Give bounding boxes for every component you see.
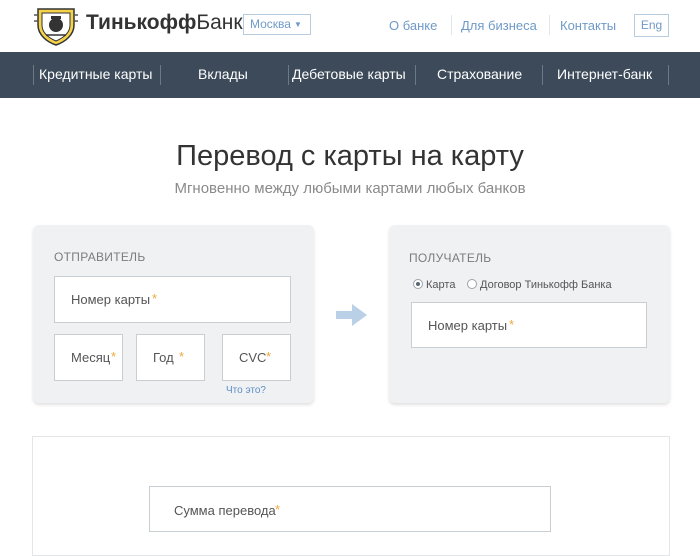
nav-divider bbox=[415, 65, 416, 85]
radio-option-contract[interactable]: Договор Тинькофф Банка bbox=[467, 279, 612, 291]
nav-divider bbox=[288, 65, 289, 85]
nav-item-internet-bank[interactable]: Интернет-банк bbox=[557, 66, 652, 82]
nav-divider bbox=[668, 65, 669, 85]
radio-unchecked-icon bbox=[467, 279, 477, 289]
radio-checked-icon bbox=[413, 279, 423, 289]
topnav-business[interactable]: Для бизнеса bbox=[461, 18, 537, 33]
nav-item-credit-cards[interactable]: Кредитные карты bbox=[39, 66, 152, 82]
cvc-help-link[interactable]: Что это? bbox=[226, 385, 266, 396]
receiver-panel: ПОЛУЧАТЕЛЬ Карта Договор Тинькофф Банка … bbox=[389, 225, 670, 403]
month-placeholder: Месяц bbox=[71, 350, 111, 365]
required-mark: * bbox=[266, 349, 272, 364]
page-subtitle: Мгновенно между любыми картами любых бан… bbox=[174, 180, 526, 197]
required-mark: * bbox=[111, 349, 117, 364]
required-mark: * bbox=[275, 502, 281, 517]
sender-card-number-input[interactable]: Номер карты * bbox=[54, 276, 291, 323]
nav-divider bbox=[542, 65, 543, 85]
year-placeholder: Год bbox=[153, 350, 174, 365]
radio-card-label: Карта bbox=[426, 279, 456, 291]
chevron-down-icon: ▼ bbox=[293, 20, 302, 29]
page-title: Перевод с карты на карту bbox=[176, 140, 524, 172]
divider bbox=[549, 15, 550, 35]
brand-bold: Тинькофф bbox=[86, 11, 197, 34]
nav-divider bbox=[33, 65, 34, 85]
cvc-input[interactable]: CVC * bbox=[222, 334, 291, 381]
topnav-about[interactable]: О банке bbox=[389, 18, 437, 33]
nav-item-debit-cards[interactable]: Дебетовые карты bbox=[292, 66, 406, 82]
nav-item-insurance[interactable]: Страхование bbox=[437, 66, 522, 82]
cvc-placeholder: CVC bbox=[239, 350, 267, 365]
receiver-card-number-input[interactable]: Номер карты * bbox=[411, 302, 647, 348]
main-nav: Кредитные карты Вклады Дебетовые карты С… bbox=[0, 52, 700, 98]
brand-regular: Банк bbox=[196, 11, 243, 34]
nav-divider bbox=[160, 65, 161, 85]
header: ТинькоффБанк Москва ▼ О банке Для бизнеса… bbox=[0, 0, 700, 52]
logo-crest-icon[interactable] bbox=[32, 5, 80, 47]
amount-panel: Сумма перевода * bbox=[32, 436, 670, 556]
required-mark: * bbox=[179, 349, 185, 364]
radio-contract-label: Договор Тинькофф Банка bbox=[480, 279, 612, 291]
language-button[interactable]: Eng bbox=[634, 14, 669, 37]
month-input[interactable]: Месяц * bbox=[54, 334, 123, 381]
amount-input[interactable]: Сумма перевода * bbox=[149, 486, 551, 532]
required-mark: * bbox=[152, 291, 158, 306]
nav-item-deposits[interactable]: Вклады bbox=[198, 66, 248, 82]
topnav-contacts[interactable]: Контакты bbox=[560, 18, 616, 33]
receiver-label: ПОЛУЧАТЕЛЬ bbox=[409, 251, 492, 265]
amount-placeholder: Сумма перевода bbox=[174, 503, 276, 518]
divider bbox=[451, 15, 452, 35]
required-mark: * bbox=[509, 317, 515, 332]
sender-label: ОТПРАВИТЕЛЬ bbox=[54, 250, 146, 264]
city-value: Москва bbox=[250, 17, 291, 31]
year-input[interactable]: Год * bbox=[136, 334, 205, 381]
arrow-right-icon bbox=[336, 304, 367, 326]
radio-option-card[interactable]: Карта bbox=[413, 279, 455, 291]
brand-name[interactable]: ТинькоффБанк bbox=[86, 11, 243, 35]
sender-panel: ОТПРАВИТЕЛЬ Номер карты * Месяц * Год * CVC… bbox=[33, 225, 314, 403]
city-select[interactable]: Москва ▼ bbox=[243, 14, 311, 35]
card-number-placeholder: Номер карты bbox=[428, 318, 508, 333]
card-number-placeholder: Номер карты bbox=[71, 292, 151, 307]
